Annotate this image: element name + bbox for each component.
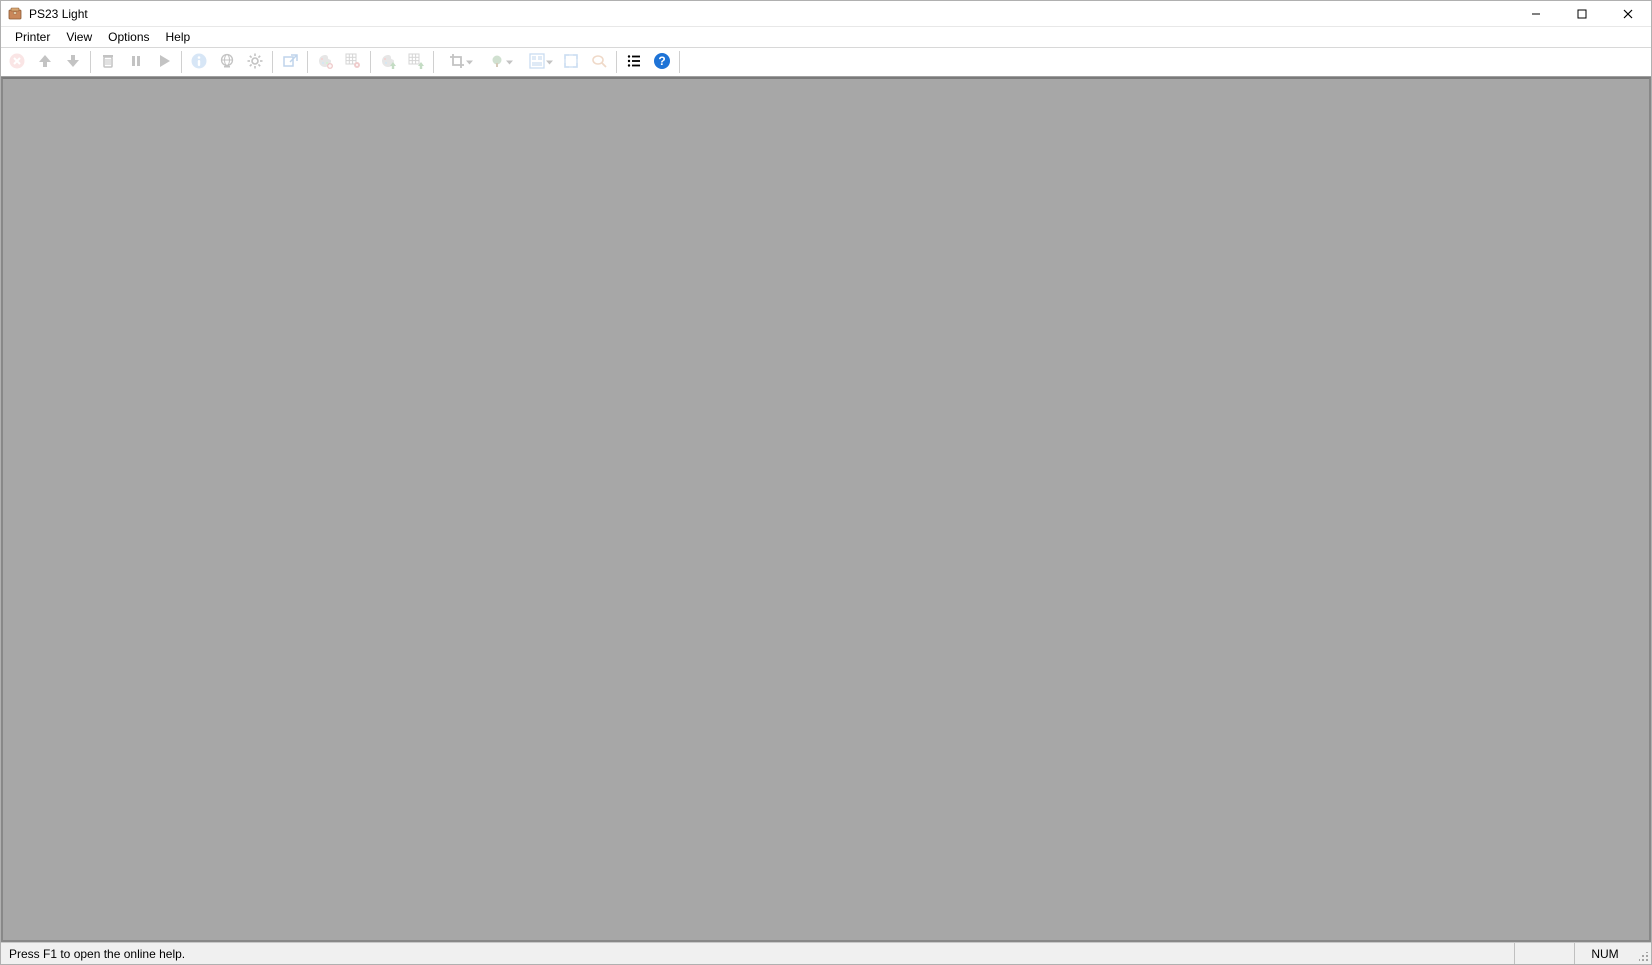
menu-help[interactable]: Help bbox=[158, 29, 199, 45]
play-button[interactable] bbox=[150, 49, 178, 75]
app-window: PS23 Light Printer View Options Help bbox=[0, 0, 1652, 965]
close-button[interactable] bbox=[1605, 1, 1651, 26]
trash-icon bbox=[99, 52, 117, 73]
delete-button[interactable] bbox=[94, 49, 122, 75]
crop-icon bbox=[448, 52, 466, 73]
resize-grip[interactable] bbox=[1635, 943, 1651, 964]
loupe-icon bbox=[590, 52, 608, 73]
web-button[interactable] bbox=[213, 49, 241, 75]
menu-bar: Printer View Options Help bbox=[1, 27, 1651, 47]
status-hint: Press F1 to open the online help. bbox=[1, 943, 1515, 964]
cancel-icon bbox=[8, 52, 26, 73]
menu-printer[interactable]: Printer bbox=[7, 29, 58, 45]
tree-dropdown-button[interactable] bbox=[477, 49, 517, 75]
fit-screen-button[interactable] bbox=[557, 49, 585, 75]
help-icon: ? bbox=[653, 52, 671, 73]
toolbar-separator bbox=[616, 51, 617, 73]
fit-screen-icon bbox=[562, 52, 580, 73]
info-button[interactable] bbox=[185, 49, 213, 75]
gear-icon bbox=[246, 52, 264, 73]
chevron-down-icon bbox=[466, 55, 473, 69]
loupe-button[interactable] bbox=[585, 49, 613, 75]
grid-settings-button[interactable] bbox=[339, 49, 367, 75]
menu-view[interactable]: View bbox=[58, 29, 100, 45]
pause-icon bbox=[127, 52, 145, 73]
info-icon bbox=[190, 52, 208, 73]
layout-dropdown-button[interactable] bbox=[517, 49, 557, 75]
help-button[interactable]: ? bbox=[648, 49, 676, 75]
maximize-button[interactable] bbox=[1559, 1, 1605, 26]
toolbar-separator bbox=[679, 51, 680, 73]
toolbar-separator bbox=[433, 51, 434, 73]
arrow-down-icon bbox=[64, 52, 82, 73]
grid-gear-icon bbox=[344, 52, 362, 73]
toolbar-separator bbox=[307, 51, 308, 73]
chevron-down-icon bbox=[506, 55, 513, 69]
minimize-button[interactable] bbox=[1513, 1, 1559, 26]
layout-icon bbox=[528, 52, 546, 73]
grid-up-button[interactable] bbox=[402, 49, 430, 75]
status-numlock: NUM bbox=[1575, 943, 1635, 964]
palette-add-icon bbox=[316, 52, 334, 73]
palette-up-button[interactable] bbox=[374, 49, 402, 75]
pause-button[interactable] bbox=[122, 49, 150, 75]
external-link-icon bbox=[281, 52, 299, 73]
move-up-button[interactable] bbox=[31, 49, 59, 75]
menu-options[interactable]: Options bbox=[100, 29, 157, 45]
work-area bbox=[1, 77, 1651, 942]
list-icon bbox=[625, 52, 643, 73]
palette-add-button[interactable] bbox=[311, 49, 339, 75]
toolbar-separator bbox=[272, 51, 273, 73]
toolbar: ? bbox=[1, 47, 1651, 77]
globe-icon bbox=[218, 52, 236, 73]
external-button[interactable] bbox=[276, 49, 304, 75]
title-bar: PS23 Light bbox=[1, 1, 1651, 27]
tree-icon bbox=[488, 52, 506, 73]
status-pane-empty bbox=[1515, 943, 1575, 964]
svg-text:?: ? bbox=[658, 54, 665, 68]
toolbar-separator bbox=[370, 51, 371, 73]
app-icon bbox=[7, 6, 23, 22]
cancel-button[interactable] bbox=[3, 49, 31, 75]
palette-up-icon bbox=[379, 52, 397, 73]
window-controls bbox=[1513, 1, 1651, 26]
chevron-down-icon bbox=[546, 55, 553, 69]
crop-dropdown-button[interactable] bbox=[437, 49, 477, 75]
toolbar-separator bbox=[181, 51, 182, 73]
grid-up-icon bbox=[407, 52, 425, 73]
list-view-button[interactable] bbox=[620, 49, 648, 75]
move-down-button[interactable] bbox=[59, 49, 87, 75]
settings-button[interactable] bbox=[241, 49, 269, 75]
play-icon bbox=[155, 52, 173, 73]
toolbar-separator bbox=[90, 51, 91, 73]
window-title: PS23 Light bbox=[29, 7, 88, 21]
status-bar: Press F1 to open the online help. NUM bbox=[1, 942, 1651, 964]
arrow-up-icon bbox=[36, 52, 54, 73]
